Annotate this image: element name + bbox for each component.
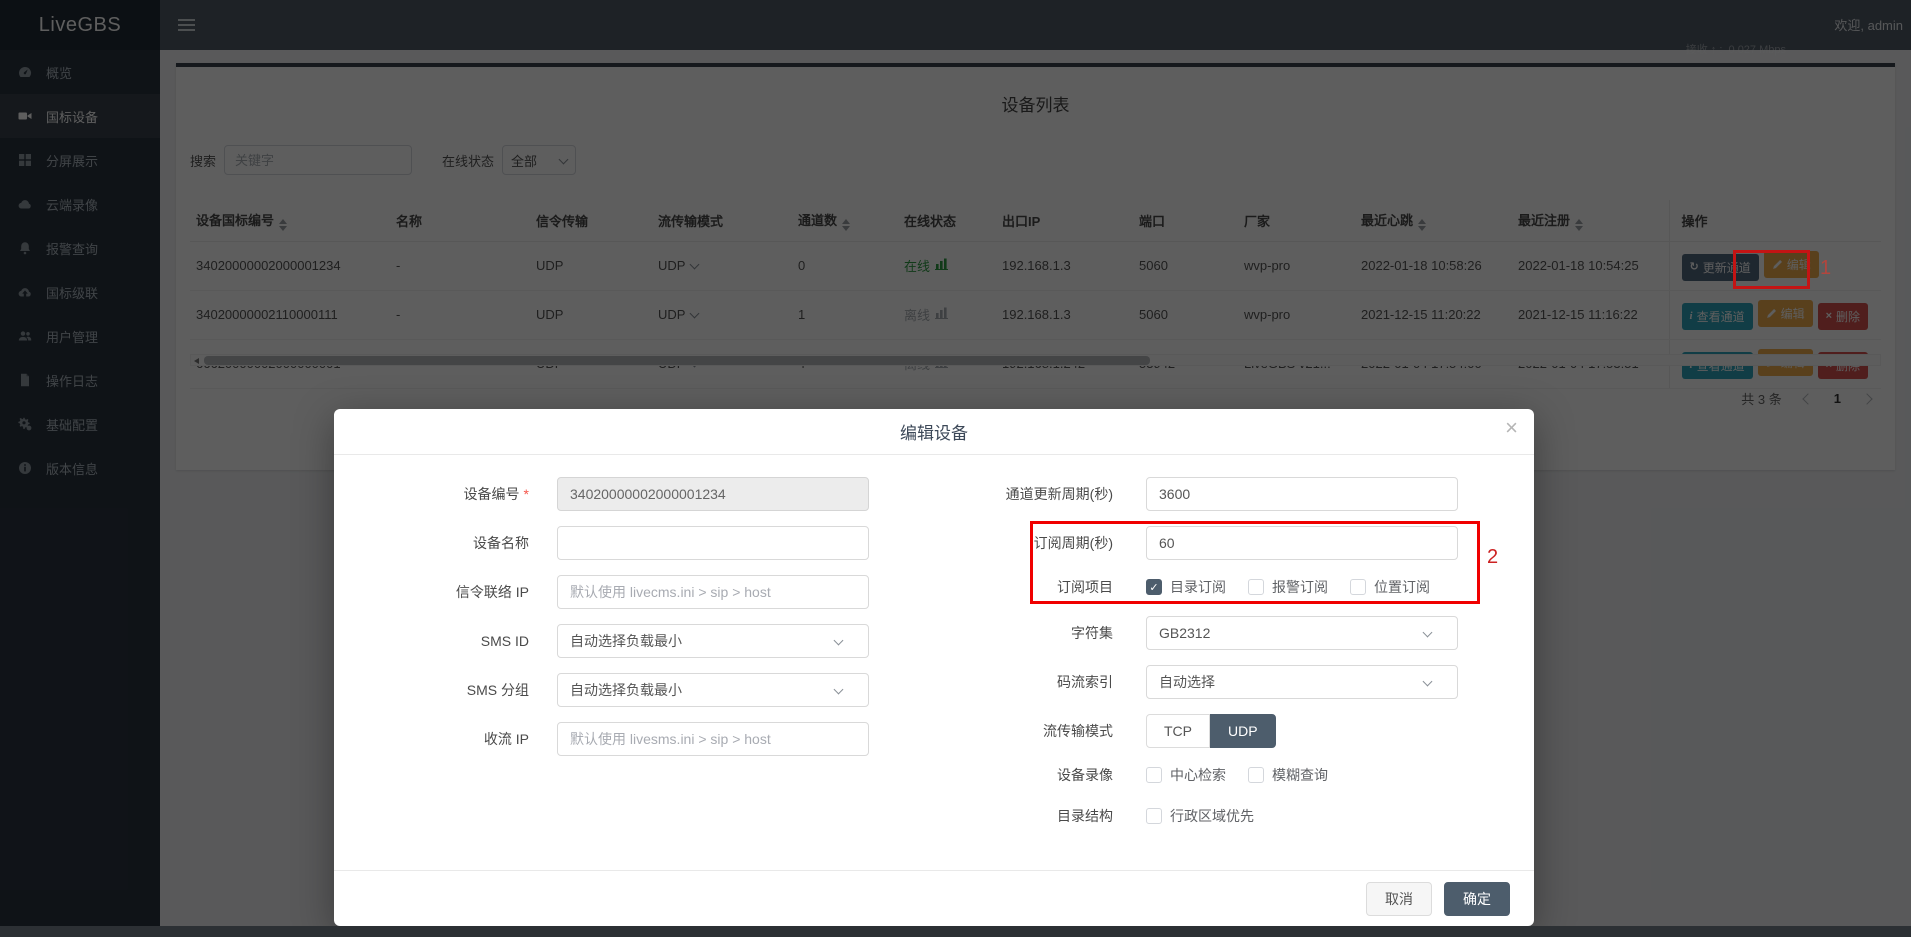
field-label: 收流 IP [354,729,529,749]
modal-body: 设备编号* 设备名称信令联络 IP SMS ID 自动选择负载最小 SMS 分组 自动选择… [334,455,1534,845]
checkbox-icon [1248,579,1264,595]
field-input[interactable] [1146,477,1458,511]
toggle-tcp-button[interactable]: TCP [1146,714,1210,748]
checkbox-icon [1248,767,1264,783]
field-label: 字符集 [933,623,1113,643]
checkbox-unchecked[interactable]: 模糊查询 [1248,765,1328,785]
checkbox-unchecked[interactable]: 中心检索 [1146,765,1226,785]
close-icon[interactable]: × [1505,417,1518,439]
field-select[interactable]: 自动选择负载最小 [557,673,869,707]
field-label: 流传输模式 [933,721,1113,741]
modal-header: 编辑设备 × [334,409,1534,455]
checkbox-unchecked[interactable]: 报警订阅 [1248,577,1328,597]
chevron-down-icon [1423,676,1433,686]
toggle-udp-button[interactable]: UDP [1210,714,1276,748]
form-row: 信令联络 IP [354,575,869,609]
checkbox-icon [1146,767,1162,783]
modal-title: 编辑设备 [900,419,968,444]
form-row: 字符集 GB2312 [933,616,1458,650]
form-row: 流传输模式 TCPUDP [933,714,1458,748]
window-edge [0,926,1911,937]
field-label: SMS 分组 [354,680,529,700]
field-input[interactable] [1146,526,1458,560]
field-label: 设备名称 [354,533,529,553]
select-value: 自动选择 [1159,672,1215,692]
app-window: LiveGBS 接收 ↑ : 0.027 Mbps 发送 ↓ : 0.006 M… [0,0,1911,937]
cancel-button[interactable]: 取消 [1366,882,1432,916]
form-row: 码流索引 自动选择 [933,665,1458,699]
form-row: 订阅项目 ✓目录订阅 报警订阅 位置订阅 [933,575,1458,599]
chevron-down-icon [1423,627,1433,637]
checkbox-icon: ✓ [1146,579,1162,595]
confirm-button[interactable]: 确定 [1444,882,1510,916]
required-asterisk: * [524,486,529,502]
form-row: 通道更新周期(秒) [933,477,1458,511]
checkbox-icon [1350,579,1366,595]
select-value: GB2312 [1159,625,1210,641]
chevron-down-icon [834,684,844,694]
form-row: 设备编号* [354,477,869,511]
field-label: 码流索引 [933,672,1113,692]
field-input[interactable] [557,477,869,511]
checkbox-icon [1146,808,1162,824]
form-row: 订阅周期(秒) [933,526,1458,560]
field-label: 设备编号* [354,484,529,504]
form-row: SMS ID 自动选择负载最小 [354,624,869,658]
field-label: 通道更新周期(秒) [933,484,1113,504]
field-label: 设备录像 [933,765,1113,785]
field-label: 订阅项目 [933,577,1113,597]
field-label: 信令联络 IP [354,582,529,602]
modal-footer: 取消 确定 [334,870,1534,926]
field-select[interactable]: 自动选择 [1146,665,1458,699]
field-select[interactable]: GB2312 [1146,616,1458,650]
form-row: 设备名称 [354,526,869,560]
checkbox-unchecked[interactable]: 位置订阅 [1350,577,1430,597]
edit-device-modal: 编辑设备 × 设备编号*设备名称信令联络 IPSMS ID自动选择负载最小SMS… [334,409,1534,926]
form-row: 设备录像 中心检索 模糊查询 [933,763,1458,787]
checkbox-unchecked[interactable]: 行政区域优先 [1146,806,1254,826]
checkbox-checked[interactable]: ✓目录订阅 [1146,577,1226,597]
field-label: SMS ID [354,633,529,649]
form-row: 目录结构 行政区域优先 [933,804,1458,828]
chevron-down-icon [834,635,844,645]
select-value: 自动选择负载最小 [570,680,682,700]
field-label: 订阅周期(秒) [933,533,1113,553]
field-input[interactable] [557,722,869,756]
field-label: 目录结构 [933,806,1113,826]
field-input[interactable] [557,575,869,609]
form-row: 收流 IP [354,722,869,756]
form-row: SMS 分组 自动选择负载最小 [354,673,869,707]
select-value: 自动选择负载最小 [570,631,682,651]
field-select[interactable]: 自动选择负载最小 [557,624,869,658]
field-input[interactable] [557,526,869,560]
